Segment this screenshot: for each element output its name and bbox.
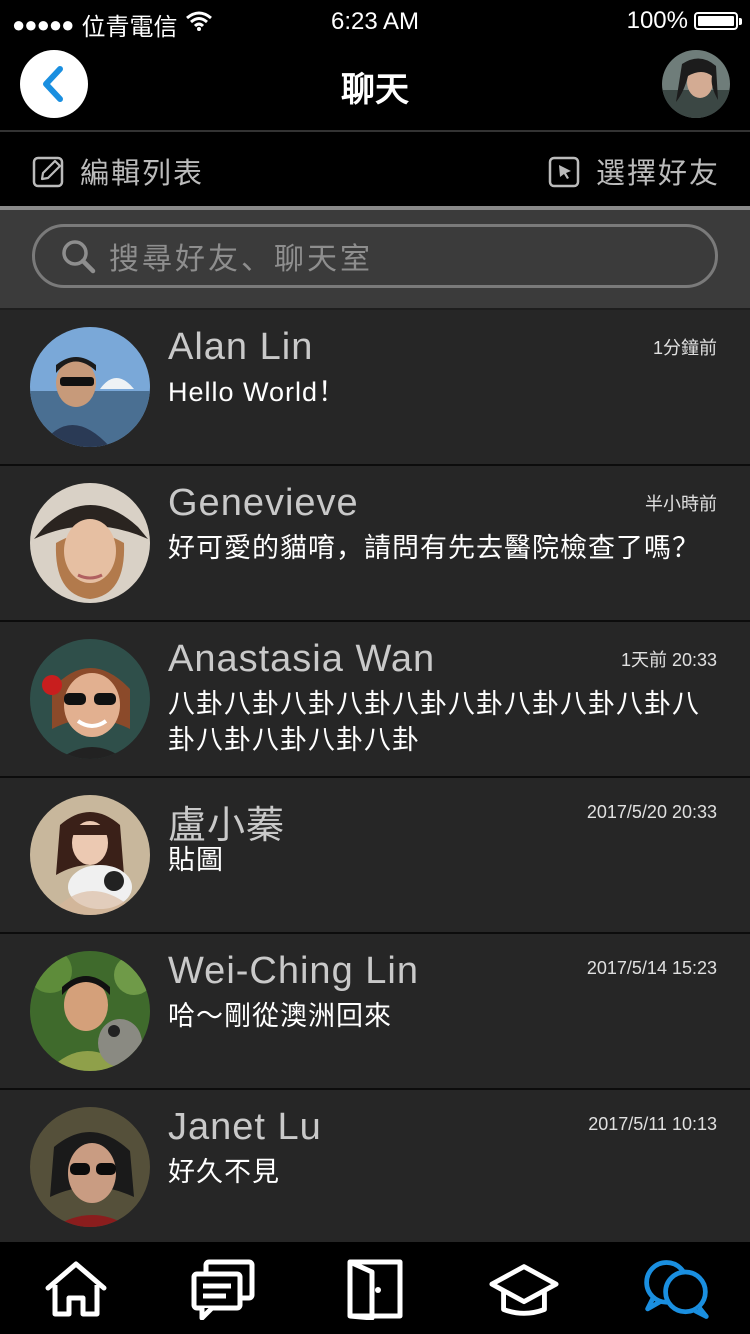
page-title: 聊天 [341,71,409,109]
chat-time: 2017/5/11 10:13 [588,1114,717,1134]
avatar [30,1107,150,1227]
chat-item-janet-lu[interactable]: Janet Lu 2017/5/11 10:13 好久不見 [0,1090,750,1246]
messages-icon [191,1259,255,1320]
profile-avatar[interactable] [662,50,730,118]
chat-item-alan-lin[interactable]: Alan Lin 1分鐘前 Hello World！ [0,310,750,466]
tab-graduation[interactable] [488,1256,560,1322]
status-bar: ●●●●● 位青電信 6:23 AM 100% [0,0,750,41]
chat-name: Anastasia Wan [168,638,436,680]
chat-item-wei-ching-lin[interactable]: Wei-Ching Lin 2017/5/14 15:23 哈～剛從澳洲回來 [0,934,750,1090]
avatar [30,795,150,915]
battery-percent: 100% [626,7,688,34]
select-friends-label: 選擇好友 [595,158,720,190]
chat-item-anastasia-wan[interactable]: Anastasia Wan 1天前 20:33 八卦八卦八卦八卦八卦八卦八卦八卦… [0,622,750,778]
chat-item-lu-xiao-zhen[interactable]: 盧小蓁 2017/5/20 20:33 貼圖 [0,778,750,934]
chat-list: Alan Lin 1分鐘前 Hello World！ Genevieve 半小時… [0,310,750,1246]
tab-door[interactable] [338,1256,410,1322]
tab-messages[interactable] [188,1256,260,1322]
edit-icon [32,156,64,188]
home-icon [45,1261,107,1317]
tab-chats[interactable] [640,1256,712,1322]
chat-time: 2017/5/20 20:33 [586,802,717,822]
chat-name: 盧小蓁 [168,805,286,847]
edit-list-button[interactable]: 編輯列表 [32,150,204,192]
avatar [30,483,150,603]
chat-bubbles-icon [644,1260,709,1319]
chat-time: 1天前 20:33 [620,650,717,670]
search-area: 搜尋好友、聊天室 [0,210,750,310]
chat-message: Hello World！ [168,377,347,407]
chat-name: Wei-Ching Lin [168,950,419,992]
chat-message: 八卦八卦八卦八卦八卦八卦八卦八卦八卦八卦八卦八卦八卦八卦 [168,689,700,755]
chat-name: Janet Lu [168,1106,322,1148]
graduation-cap-icon [489,1264,559,1316]
status-right: 100% [626,7,742,35]
chat-message: 好可愛的貓唷，請問有先去醫院檢查了嗎？ [168,533,700,563]
select-cursor-icon [548,156,580,188]
battery-icon [694,12,742,30]
tab-bar [0,1242,750,1334]
nav-bar: 聊天 [0,40,750,132]
avatar [30,639,150,759]
chat-name: Genevieve [168,482,359,524]
search-icon [62,240,96,274]
chat-message: 好久不見 [168,1157,280,1187]
tab-home[interactable] [40,1256,112,1322]
door-icon [347,1259,403,1320]
select-friends-button[interactable]: 選擇好友 [548,150,720,192]
chat-time: 1分鐘前 [652,338,717,358]
chat-item-genevieve[interactable]: Genevieve 半小時前 好可愛的貓唷，請問有先去醫院檢查了嗎？ [0,466,750,622]
chat-time: 半小時前 [645,494,717,514]
search-placeholder: 搜尋好友、聊天室 [109,243,373,276]
avatar [30,327,150,447]
search-input[interactable]: 搜尋好友、聊天室 [32,224,718,288]
chat-message: 貼圖 [168,845,224,875]
avatar [30,951,150,1071]
chat-time: 2017/5/14 15:23 [586,958,717,978]
edit-list-label: 編輯列表 [80,158,205,190]
toolbar: 編輯列表 選擇好友 [0,132,750,206]
chat-message: 哈～剛從澳洲回來 [168,1001,392,1031]
chat-name: Alan Lin [168,326,314,368]
